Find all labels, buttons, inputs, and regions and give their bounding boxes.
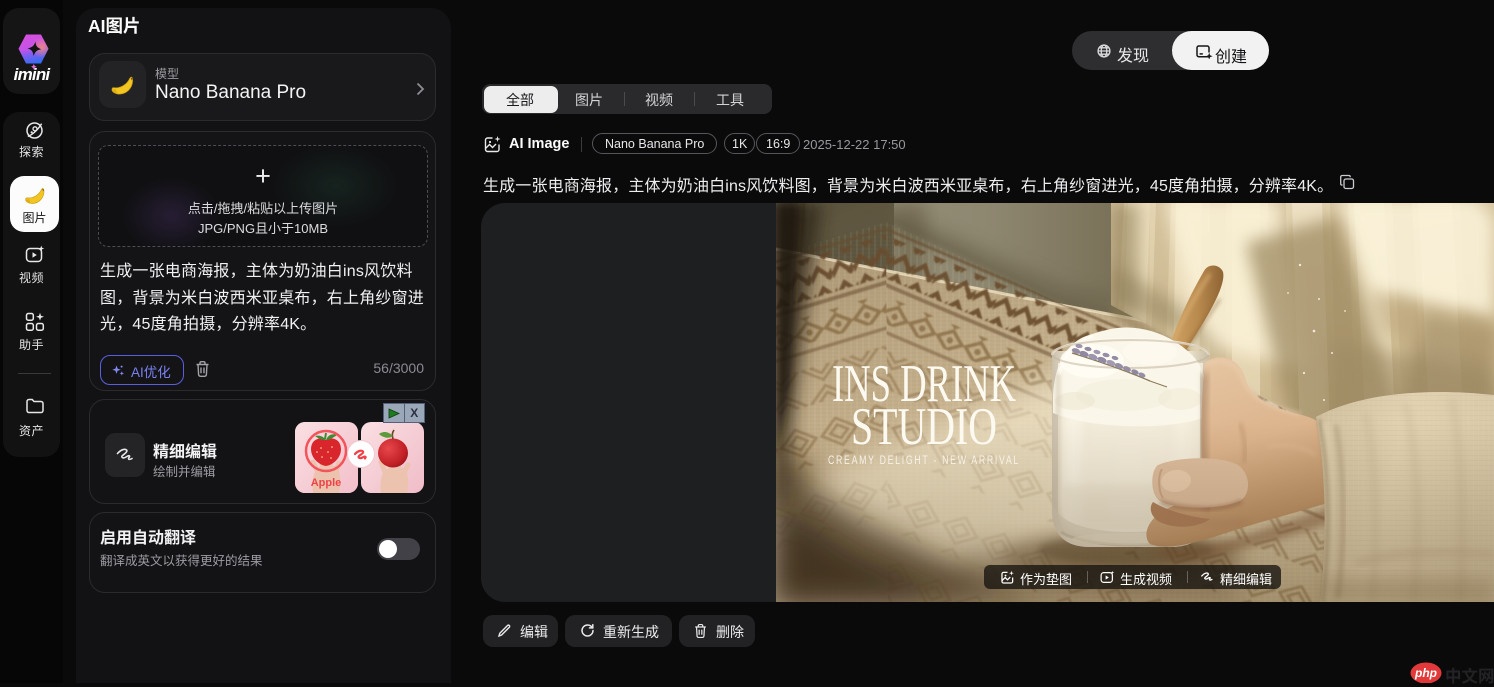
svg-text:php: php [1414, 666, 1437, 680]
svg-text:Apple: Apple [311, 477, 342, 489]
svg-text:CREAMY DELIGHT - NEW ARRIVAL: CREAMY DELIGHT - NEW ARRIVAL [828, 455, 1020, 467]
svg-text:STUDIO: STUDIO [851, 398, 997, 456]
